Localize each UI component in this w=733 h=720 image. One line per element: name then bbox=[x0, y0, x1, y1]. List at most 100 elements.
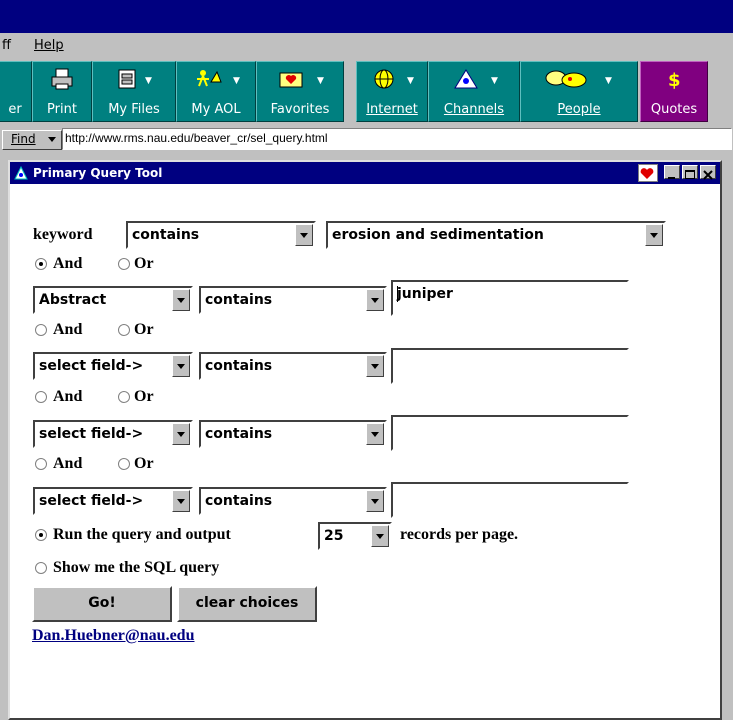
maximize-icon bbox=[685, 170, 695, 179]
keyword-label: keyword bbox=[33, 226, 93, 243]
or-label-1: Or bbox=[134, 255, 154, 272]
dropdown-arrow-icon bbox=[172, 423, 190, 445]
operator-value-3: contains bbox=[205, 426, 273, 442]
find-label: Find bbox=[11, 132, 36, 146]
value-input-1[interactable]: juniper bbox=[391, 280, 629, 316]
my-aol-label: My AOL bbox=[191, 102, 241, 117]
dropdown-arrow-icon bbox=[366, 289, 384, 311]
or-radio-3[interactable] bbox=[118, 391, 130, 403]
dropdown-arrow-icon bbox=[371, 525, 389, 547]
close-button[interactable] bbox=[700, 165, 716, 180]
or-label-4: Or bbox=[134, 455, 154, 472]
field-value-2: select field-> bbox=[39, 358, 144, 374]
browser-title-bar bbox=[0, 0, 733, 33]
value-input-3[interactable] bbox=[391, 415, 629, 451]
keyword-value-text: erosion and sedimentation bbox=[332, 227, 544, 243]
and-label-3: And bbox=[53, 388, 83, 405]
records-suffix-label: records per page. bbox=[400, 526, 519, 543]
url-field[interactable]: http://www.rms.nau.edu/beaver_cr/sel_que… bbox=[62, 128, 732, 150]
toolbar-partial-button[interactable]: er bbox=[0, 61, 32, 122]
show-sql-label: Show me the SQL query bbox=[53, 559, 220, 576]
printer-icon bbox=[51, 68, 73, 90]
dropdown-arrow-icon bbox=[172, 490, 190, 512]
go-button[interactable]: Go! bbox=[32, 586, 172, 622]
operator-select-1[interactable]: contains bbox=[199, 286, 387, 314]
minimize-button[interactable] bbox=[664, 165, 680, 179]
or-label-3: Or bbox=[134, 388, 154, 405]
field-select-1[interactable]: Abstract bbox=[33, 286, 193, 314]
toolbar-partial-label: er bbox=[8, 102, 22, 117]
records-count-select[interactable]: 25 bbox=[318, 522, 392, 550]
show-sql-radio[interactable] bbox=[35, 562, 47, 574]
menu-bar: ff Help bbox=[0, 33, 733, 60]
minimize-icon bbox=[668, 177, 675, 179]
chevron-down-icon bbox=[48, 137, 56, 142]
and-radio-2[interactable] bbox=[35, 324, 47, 336]
window-title-bar[interactable]: Primary Query Tool bbox=[10, 162, 720, 184]
keyword-operator-select[interactable]: contains bbox=[126, 221, 316, 249]
and-radio-3[interactable] bbox=[35, 391, 47, 403]
dropdown-arrow-icon bbox=[172, 289, 190, 311]
window-title: Primary Query Tool bbox=[33, 166, 163, 180]
channels-label: Channels bbox=[443, 102, 505, 117]
or-radio-1[interactable] bbox=[118, 258, 130, 270]
records-count-value: 25 bbox=[324, 528, 344, 544]
menu-item-partial[interactable]: ff bbox=[2, 38, 11, 53]
people-icon bbox=[545, 70, 587, 88]
operator-value-4: contains bbox=[205, 493, 273, 509]
field-select-2[interactable]: select field-> bbox=[33, 352, 193, 380]
dollar-icon: $ bbox=[668, 70, 681, 90]
and-label-2: And bbox=[53, 321, 83, 338]
internet-button[interactable]: ▼ Internet bbox=[356, 61, 428, 122]
operator-select-2[interactable]: contains bbox=[199, 352, 387, 380]
clear-choices-button[interactable]: clear choices bbox=[177, 586, 317, 622]
my-files-button[interactable]: ▼ My Files bbox=[92, 61, 176, 122]
field-select-3[interactable]: select field-> bbox=[33, 420, 193, 448]
value-text-1: juniper bbox=[397, 286, 453, 302]
dropdown-arrow-icon bbox=[366, 423, 384, 445]
dropdown-arrow-icon bbox=[366, 490, 384, 512]
or-label-2: Or bbox=[134, 321, 154, 338]
operator-select-3[interactable]: contains bbox=[199, 420, 387, 448]
operator-select-4[interactable]: contains bbox=[199, 487, 387, 515]
query-tool-window: Primary Query Tool keyword contains eros… bbox=[8, 160, 722, 720]
field-value-4: select field-> bbox=[39, 493, 144, 509]
quotes-button[interactable]: $ Quotes bbox=[640, 61, 708, 122]
menu-item-help[interactable]: Help bbox=[34, 38, 64, 53]
or-radio-4[interactable] bbox=[118, 458, 130, 470]
people-button[interactable]: ▼ People bbox=[520, 61, 638, 122]
keyword-value-select[interactable]: erosion and sedimentation bbox=[326, 221, 666, 249]
my-files-label: My Files bbox=[108, 102, 160, 117]
aol-triangle-icon bbox=[14, 166, 28, 180]
or-radio-2[interactable] bbox=[118, 324, 130, 336]
field-select-4[interactable]: select field-> bbox=[33, 487, 193, 515]
channels-button[interactable]: ▼ Channels bbox=[428, 61, 520, 122]
find-dropdown-button[interactable]: Find bbox=[2, 130, 62, 150]
operator-value-1: contains bbox=[205, 292, 273, 308]
keyword-operator-value: contains bbox=[132, 227, 200, 243]
value-input-4[interactable] bbox=[391, 482, 629, 518]
channels-triangle-icon bbox=[454, 69, 478, 89]
favorites-button[interactable]: ▼ Favorites bbox=[256, 61, 344, 122]
operator-value-2: contains bbox=[205, 358, 273, 374]
and-radio-1[interactable] bbox=[35, 258, 47, 270]
email-link[interactable]: Dan.Huebner@nau.edu bbox=[32, 627, 194, 645]
address-bar: Find http://www.rms.nau.edu/beaver_cr/se… bbox=[0, 124, 733, 150]
aol-toolbar: er Print ▼ My Files ▼ My AOL ▼ Favorites… bbox=[0, 60, 733, 124]
print-button[interactable]: Print bbox=[32, 61, 92, 122]
run-query-radio[interactable] bbox=[35, 529, 47, 541]
internet-label: Internet bbox=[366, 102, 418, 117]
dropdown-arrow-icon bbox=[172, 355, 190, 377]
heart-icon bbox=[640, 168, 654, 179]
url-text: http://www.rms.nau.edu/beaver_cr/sel_que… bbox=[65, 131, 328, 145]
run-query-label: Run the query and output bbox=[53, 526, 231, 543]
people-label: People bbox=[557, 102, 601, 117]
aol-man-icon bbox=[197, 70, 222, 87]
favorite-heart-button[interactable] bbox=[638, 164, 658, 182]
my-aol-button[interactable]: ▼ My AOL bbox=[176, 61, 256, 122]
and-radio-4[interactable] bbox=[35, 458, 47, 470]
maximize-button[interactable] bbox=[682, 165, 698, 179]
and-label-1: And bbox=[53, 255, 83, 272]
dropdown-arrow-icon bbox=[645, 224, 663, 246]
value-input-2[interactable] bbox=[391, 348, 629, 384]
